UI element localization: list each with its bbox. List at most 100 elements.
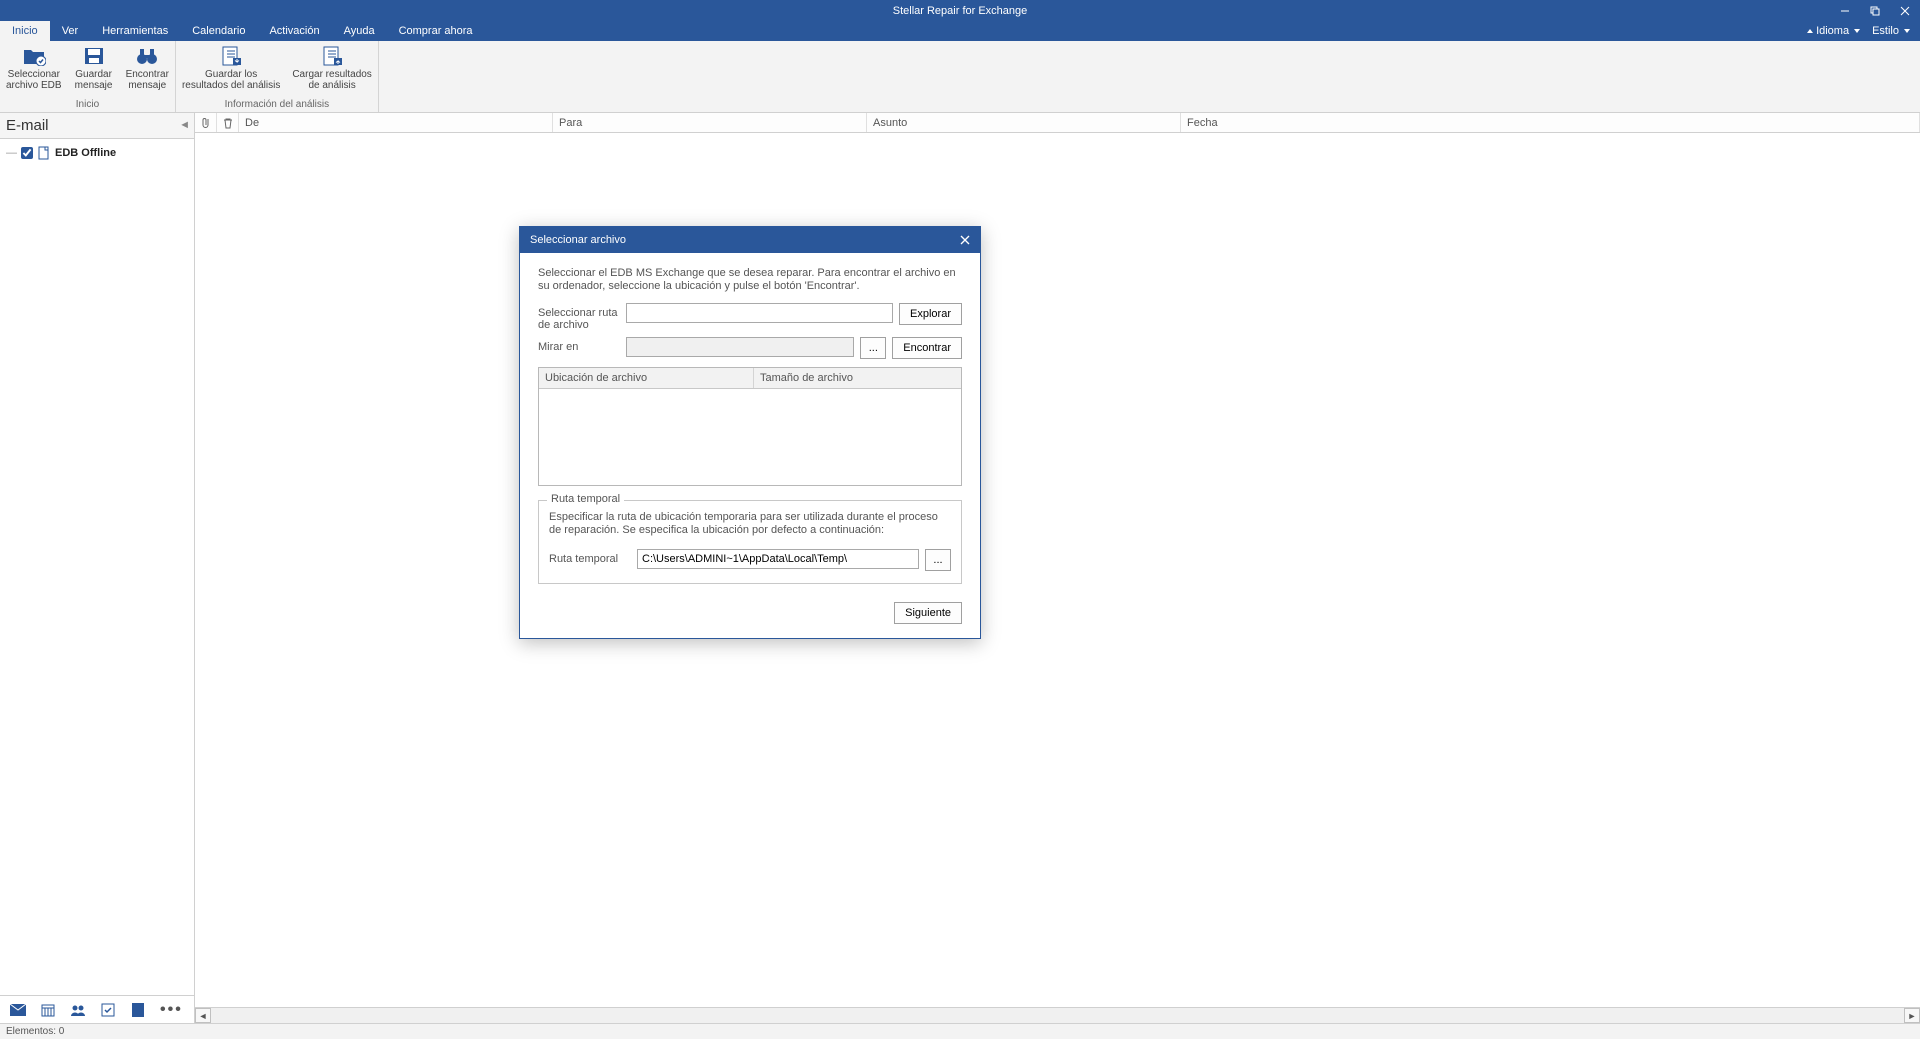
close-button[interactable] bbox=[1890, 0, 1920, 21]
ribbon-group-inicio-label: Inicio bbox=[0, 98, 175, 112]
sidebar-bottom-nav: ••• bbox=[0, 995, 194, 1023]
dialog-titlebar: Seleccionar archivo bbox=[520, 227, 980, 253]
lookin-label: Mirar en bbox=[538, 337, 620, 353]
tree-item-checkbox[interactable] bbox=[21, 147, 33, 159]
window-controls bbox=[1830, 0, 1920, 21]
select-edb-button[interactable]: Seleccionar archivo EDB bbox=[0, 41, 68, 98]
horizontal-scrollbar[interactable]: ◄ ► bbox=[195, 1007, 1920, 1023]
message-list-header: De Para Asunto Fecha bbox=[195, 113, 1920, 133]
mail-icon[interactable] bbox=[10, 1003, 26, 1017]
path-input[interactable] bbox=[626, 303, 893, 323]
app-title: Stellar Repair for Exchange bbox=[893, 5, 1028, 17]
save-results-button[interactable]: Guardar los resultados del análisis bbox=[176, 41, 286, 98]
file-load-icon bbox=[319, 45, 345, 67]
dialog-close-button[interactable] bbox=[956, 231, 974, 249]
temp-path-input[interactable] bbox=[637, 549, 919, 569]
col-fecha-label: Fecha bbox=[1187, 117, 1218, 129]
next-button[interactable]: Siguiente bbox=[894, 602, 962, 624]
tasks-icon[interactable] bbox=[100, 1003, 116, 1017]
status-elements-count: Elementos: 0 bbox=[6, 1026, 64, 1037]
select-file-dialog: Seleccionar archivo Seleccionar el EDB M… bbox=[519, 226, 981, 639]
menu-idioma-label: Idioma bbox=[1816, 25, 1849, 37]
message-list-body bbox=[195, 133, 1920, 1007]
caret-down-icon bbox=[1904, 29, 1910, 33]
contacts-icon[interactable] bbox=[70, 1003, 86, 1017]
col-location[interactable]: Ubicación de archivo bbox=[539, 368, 754, 388]
col-para-label: Para bbox=[559, 117, 582, 129]
caret-down-icon bbox=[1854, 29, 1860, 33]
col-attachment[interactable] bbox=[195, 113, 217, 132]
notes-icon[interactable] bbox=[130, 1003, 146, 1017]
menu-estilo[interactable]: Estilo bbox=[1868, 25, 1914, 37]
tab-calendario[interactable]: Calendario bbox=[180, 21, 257, 41]
tree-item-label: EDB Offline bbox=[55, 147, 116, 159]
col-fecha[interactable]: Fecha bbox=[1181, 113, 1920, 132]
col-para[interactable]: Para bbox=[553, 113, 867, 132]
tab-ayuda[interactable]: Ayuda bbox=[332, 21, 387, 41]
find-message-label: Encontrar mensaje bbox=[126, 69, 169, 91]
load-results-label: Cargar resultados de análisis bbox=[292, 69, 371, 91]
sidebar: E-mail ◄ — EDB Offline ••• bbox=[0, 113, 195, 1023]
select-edb-label: Seleccionar archivo EDB bbox=[6, 69, 62, 91]
folder-check-icon bbox=[21, 45, 47, 67]
caret-up-icon bbox=[1807, 29, 1813, 33]
menu-idioma[interactable]: Idioma bbox=[1803, 25, 1864, 37]
tab-comprar[interactable]: Comprar ahora bbox=[387, 21, 485, 41]
file-save-icon bbox=[218, 45, 244, 67]
tab-activacion[interactable]: Activación bbox=[257, 21, 331, 41]
scroll-track[interactable] bbox=[211, 1008, 1904, 1023]
dialog-title-text: Seleccionar archivo bbox=[530, 234, 626, 246]
save-results-label: Guardar los resultados del análisis bbox=[182, 69, 280, 91]
statusbar: Elementos: 0 bbox=[0, 1023, 1920, 1039]
tab-herramientas[interactable]: Herramientas bbox=[90, 21, 180, 41]
ribbon-group-info-label: Información del análisis bbox=[176, 98, 378, 112]
ribbon: Seleccionar archivo EDB Guardar mensaje … bbox=[0, 41, 1920, 113]
sidebar-header: E-mail ◄ bbox=[0, 113, 194, 139]
find-button[interactable]: Encontrar bbox=[892, 337, 962, 359]
scroll-right-button[interactable]: ► bbox=[1904, 1008, 1920, 1023]
ribbon-group-inicio: Seleccionar archivo EDB Guardar mensaje … bbox=[0, 41, 176, 112]
temp-path-fieldset: Ruta temporal Especificar la ruta de ubi… bbox=[538, 500, 962, 584]
tree-item-edb[interactable]: — EDB Offline bbox=[4, 145, 190, 161]
maximize-button[interactable] bbox=[1860, 0, 1890, 21]
save-message-button[interactable]: Guardar mensaje bbox=[68, 41, 120, 98]
titlebar: Stellar Repair for Exchange bbox=[0, 0, 1920, 21]
save-message-label: Guardar mensaje bbox=[75, 69, 113, 91]
trash-icon bbox=[223, 117, 233, 129]
sidebar-collapse-icon[interactable]: ◄ bbox=[179, 119, 190, 131]
lookin-browse-button[interactable]: ... bbox=[860, 337, 886, 359]
file-results-body bbox=[539, 389, 961, 485]
menubar: Inicio Ver Herramientas Calendario Activ… bbox=[0, 21, 1920, 41]
lookin-input[interactable] bbox=[626, 337, 854, 357]
minimize-button[interactable] bbox=[1830, 0, 1860, 21]
tree: — EDB Offline bbox=[0, 139, 194, 995]
tree-connector-icon: — bbox=[6, 147, 17, 159]
paperclip-icon bbox=[201, 117, 211, 129]
dialog-intro-text: Seleccionar el EDB MS Exchange que se de… bbox=[538, 267, 962, 293]
col-de-label: De bbox=[245, 117, 259, 129]
ribbon-group-info: Guardar los resultados del análisis Carg… bbox=[176, 41, 379, 112]
col-size[interactable]: Tamaño de archivo bbox=[754, 368, 961, 388]
col-de[interactable]: De bbox=[239, 113, 553, 132]
explore-button[interactable]: Explorar bbox=[899, 303, 962, 325]
scroll-left-button[interactable]: ◄ bbox=[195, 1008, 211, 1023]
more-icon[interactable]: ••• bbox=[160, 1001, 183, 1019]
tab-ver[interactable]: Ver bbox=[50, 21, 91, 41]
binoculars-icon bbox=[134, 45, 160, 67]
temp-path-label: Ruta temporal bbox=[549, 549, 631, 565]
find-message-button[interactable]: Encontrar mensaje bbox=[120, 41, 175, 98]
temp-browse-button[interactable]: ... bbox=[925, 549, 951, 571]
sidebar-title: E-mail bbox=[6, 117, 49, 134]
temp-legend: Ruta temporal bbox=[547, 493, 624, 505]
path-label: Seleccionar ruta de archivo bbox=[538, 303, 620, 331]
menu-estilo-label: Estilo bbox=[1872, 25, 1899, 37]
save-icon bbox=[81, 45, 107, 67]
file-results-table: Ubicación de archivo Tamaño de archivo bbox=[538, 367, 962, 486]
calendar-icon[interactable] bbox=[40, 1003, 56, 1017]
load-results-button[interactable]: Cargar resultados de análisis bbox=[286, 41, 377, 98]
content-area: De Para Asunto Fecha ◄ ► bbox=[195, 113, 1920, 1023]
col-delete[interactable] bbox=[217, 113, 239, 132]
tab-inicio[interactable]: Inicio bbox=[0, 21, 50, 41]
col-asunto[interactable]: Asunto bbox=[867, 113, 1181, 132]
temp-intro-text: Especificar la ruta de ubicación tempora… bbox=[549, 511, 951, 537]
